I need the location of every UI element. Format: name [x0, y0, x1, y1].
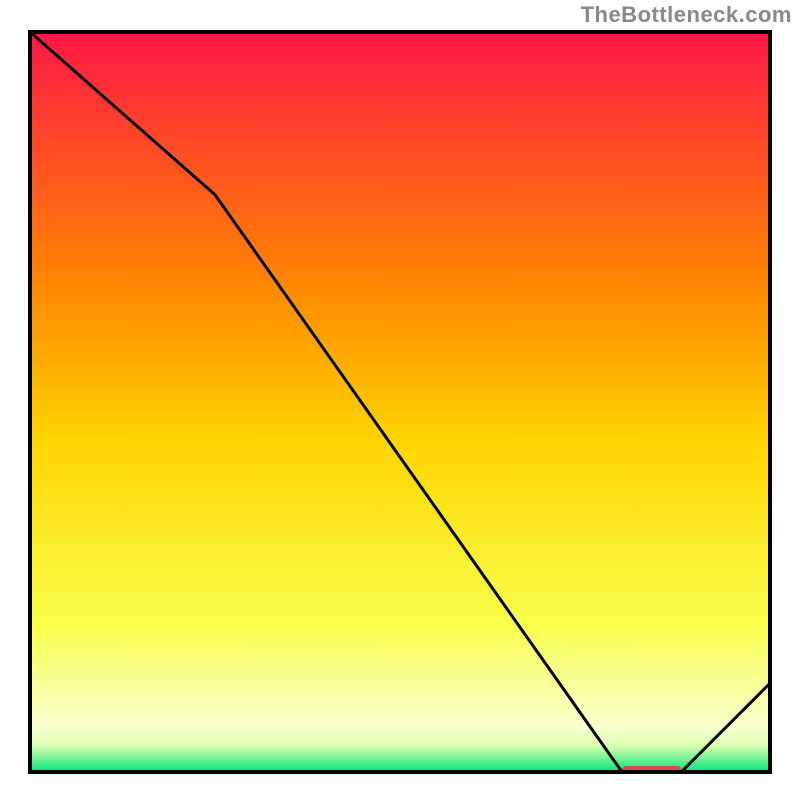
chart-stage: TheBottleneck.com [0, 0, 800, 800]
plot-background [30, 32, 770, 772]
chart-svg [0, 0, 800, 800]
